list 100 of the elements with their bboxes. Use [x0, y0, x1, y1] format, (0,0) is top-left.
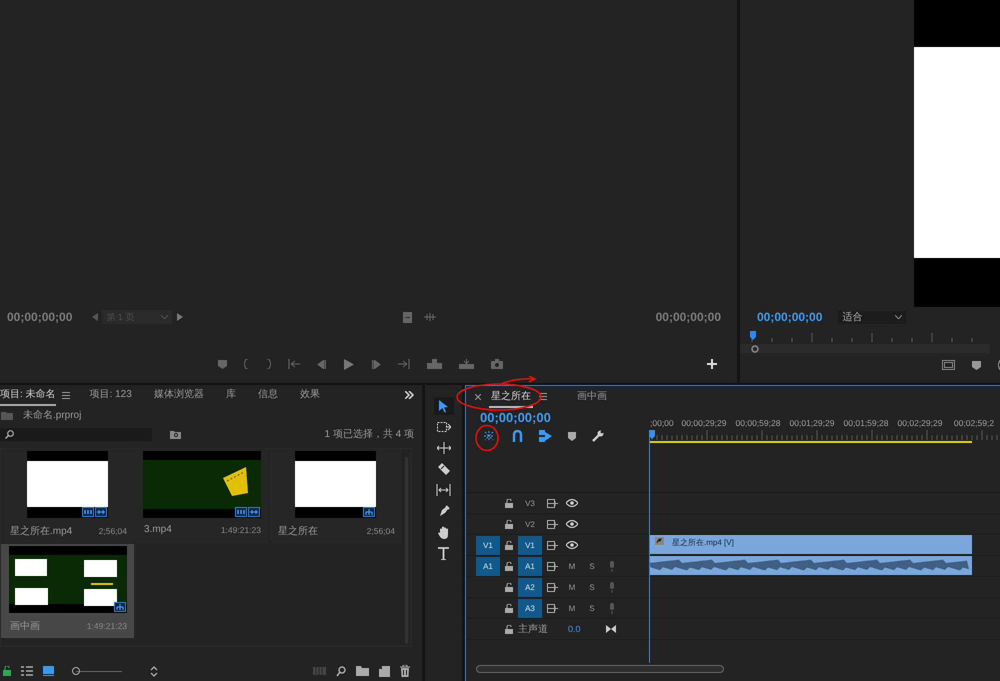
step-back-icon[interactable]: [317, 360, 327, 368]
source-patch[interactable]: V1: [476, 536, 500, 554]
sort-icon[interactable]: [150, 666, 158, 676]
eye-icon[interactable]: [566, 520, 578, 528]
audio-clip[interactable]: [649, 556, 972, 575]
search-icon[interactable]: [336, 666, 346, 676]
master-volume[interactable]: 0.0: [562, 624, 581, 634]
panel-tab[interactable]: 库: [226, 384, 236, 406]
step-forward-icon[interactable]: [371, 360, 381, 368]
sync-lock-icon[interactable]: [546, 604, 558, 612]
media-item[interactable]: 画中画 1:49:21:23: [1, 544, 134, 638]
selection-tool[interactable]: [434, 397, 454, 415]
track-target[interactable]: V3: [518, 494, 542, 512]
mark-out-icon[interactable]: [266, 359, 271, 369]
hand-icon[interactable]: [438, 526, 450, 538]
drag-audio-icon[interactable]: [424, 313, 436, 321]
ruler-label: 00;01;29;29: [788, 418, 836, 430]
slider-thumb[interactable]: [72, 667, 80, 675]
razor-icon[interactable]: [438, 463, 450, 475]
drag-video-icon[interactable]: [403, 312, 412, 322]
track-target[interactable]: A1: [518, 556, 542, 576]
track-select-icon[interactable]: [436, 422, 450, 432]
camera-icon[interactable]: [491, 359, 503, 369]
panel-tab[interactable]: 项目: 未命名: [0, 384, 56, 406]
playhead-marker[interactable]: [750, 331, 756, 340]
overwrite-icon[interactable]: [459, 359, 474, 369]
go-to-in-icon[interactable]: [288, 359, 300, 369]
menu-icon[interactable]: [62, 392, 70, 398]
eye-icon[interactable]: [566, 541, 578, 549]
marker-icon[interactable]: [568, 432, 576, 440]
new-search-bin-icon[interactable]: [170, 430, 181, 438]
lock-icon[interactable]: [505, 582, 513, 592]
zoom-handle[interactable]: [751, 345, 759, 353]
more-panels-icon[interactable]: [405, 391, 414, 399]
mute-toggle[interactable]: M: [568, 562, 576, 570]
mark-in-icon[interactable]: [244, 359, 249, 369]
lock-icon[interactable]: [505, 624, 513, 634]
play-icon[interactable]: [344, 358, 354, 370]
item-name: 3.mp4: [144, 524, 172, 535]
track-target[interactable]: V1: [518, 536, 542, 554]
zoom-dropdown[interactable]: 适合: [838, 310, 906, 324]
mute-toggle[interactable]: M: [568, 582, 576, 592]
sync-lock-icon[interactable]: [546, 540, 558, 550]
insert-icon[interactable]: [427, 359, 442, 369]
playhead-marker[interactable]: [649, 430, 655, 439]
sync-lock-icon[interactable]: [546, 562, 558, 570]
sync-lock-icon[interactable]: [546, 498, 558, 508]
next-page-icon[interactable]: [177, 313, 184, 321]
solo-toggle[interactable]: S: [589, 582, 595, 592]
track-target[interactable]: V2: [518, 514, 542, 534]
eye-icon[interactable]: [566, 499, 578, 507]
track-target[interactable]: A2: [518, 578, 542, 596]
linked-selection-icon[interactable]: [539, 430, 552, 442]
go-to-out-icon[interactable]: [398, 359, 410, 369]
safe-margins-icon[interactable]: [942, 360, 955, 370]
new-item-icon[interactable]: [379, 666, 390, 676]
trash-icon[interactable]: [400, 665, 410, 677]
add-button-icon[interactable]: [707, 359, 717, 369]
sequence-badge-icon: [363, 507, 375, 517]
ripple-edit-icon[interactable]: [436, 442, 450, 454]
new-bin-icon[interactable]: [356, 666, 369, 676]
lock-icon[interactable]: [505, 520, 513, 528]
sync-lock-icon[interactable]: [546, 582, 558, 592]
marker-icon[interactable]: [972, 360, 981, 370]
ruler-label: 00;00;29;29: [680, 418, 728, 430]
nest-icon[interactable]: [482, 429, 496, 443]
thumbnail-size-slider[interactable]: [72, 666, 122, 676]
magnet-icon[interactable]: [512, 430, 523, 442]
marker-icon[interactable]: [218, 360, 227, 368]
bowtie-icon[interactable]: [606, 625, 616, 633]
panel-tab[interactable]: 媒体浏览器: [154, 384, 204, 406]
menu-icon[interactable]: [539, 393, 547, 400]
lock-icon[interactable]: [505, 540, 513, 550]
wrench-icon[interactable]: [592, 430, 604, 442]
solo-toggle[interactable]: S: [589, 562, 595, 570]
solo-toggle[interactable]: S: [589, 604, 595, 612]
lock-icon[interactable]: [505, 562, 513, 570]
video-badge-icon: [82, 507, 94, 517]
mute-toggle[interactable]: M: [568, 604, 576, 612]
panel-tab[interactable]: 项目: 123: [90, 384, 132, 406]
lock-icon[interactable]: [3, 666, 11, 676]
icon-view-icon[interactable]: [43, 666, 54, 676]
close-icon[interactable]: [475, 394, 481, 400]
track-target[interactable]: A3: [518, 598, 542, 618]
lock-icon[interactable]: [505, 604, 513, 612]
timecode: 00;00;00;00: [7, 310, 72, 324]
list-view-icon[interactable]: [21, 666, 33, 676]
sync-lock-icon[interactable]: [546, 520, 558, 528]
lock-icon[interactable]: [505, 498, 513, 508]
panel-tab[interactable]: 信息: [258, 384, 278, 406]
scrollbar[interactable]: [476, 665, 724, 673]
sequence-tab[interactable]: 画中画: [575, 386, 609, 408]
item-name: 星之所在: [278, 524, 318, 538]
type-icon[interactable]: [438, 546, 449, 560]
panel-tab[interactable]: 效果: [300, 384, 320, 406]
slip-icon[interactable]: [436, 484, 451, 496]
search-field[interactable]: [0, 428, 152, 440]
video-clip[interactable]: 星之所在.mp4 [V]: [649, 535, 972, 554]
pen-icon[interactable]: [438, 505, 450, 517]
source-patch[interactable]: A1: [476, 556, 500, 576]
